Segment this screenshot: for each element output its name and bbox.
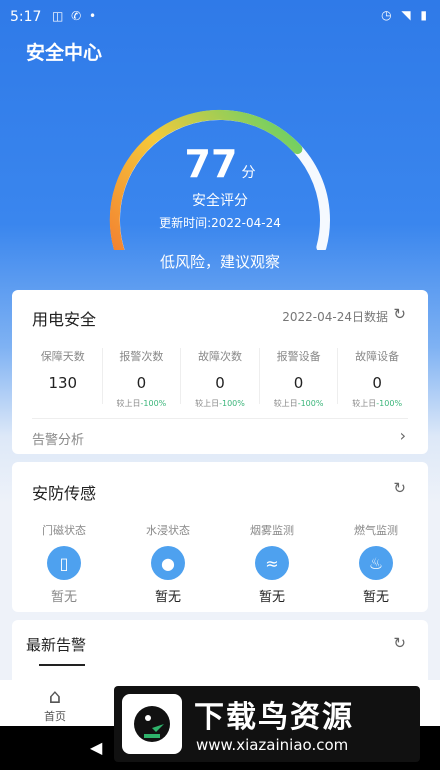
stat-item[interactable]: 报警次数 0 较上日-100% [103, 348, 182, 408]
power-stats: 保障天数 130 报警次数 0 较上日-100% 故障次数 0 较上日-100%… [24, 348, 416, 408]
status-right-icons: ◷ ◥ ▮ [381, 8, 430, 22]
status-time: 5:17 [10, 9, 42, 25]
latest-alarm-card: 最新告警 ↻ [12, 620, 428, 680]
stat-label: 保障天数 [40, 350, 85, 363]
sensor-value: 暂无 [154, 590, 181, 605]
stat-compare: 较上日-100% [273, 399, 324, 408]
stat-value: 0 [136, 374, 147, 392]
chevron-right-icon[interactable]: › [400, 426, 406, 445]
status-left-icons: ◫ ✆ • [52, 9, 99, 23]
score-value: 77 [184, 142, 238, 186]
status-bar: 5:17 ◫ ✆ • ◷ ◥ ▮ [0, 0, 440, 34]
sensor-water[interactable]: 水浸状态 ● 暂无 [116, 522, 220, 605]
water-drop-icon: ● [151, 546, 185, 580]
refresh-icon[interactable]: ↻ [393, 634, 406, 652]
flame-icon: ♨ [359, 546, 393, 580]
sensor-label: 烟雾监测 [250, 524, 294, 537]
stat-item[interactable]: 报警设备 0 较上日-100% [260, 348, 339, 408]
watermark-banner: 下载鸟资源 www.xiazainiao.com [114, 686, 420, 762]
stat-value: 130 [48, 374, 78, 392]
sensor-value: 暂无 [258, 590, 285, 605]
stat-value: 0 [293, 374, 304, 392]
bird-logo-icon [122, 694, 182, 754]
sensor-list: 门磁状态 ▯ 暂无 水浸状态 ● 暂无 烟雾监测 ≈ 暂无 燃气监测 ♨ 暂无 [12, 522, 428, 605]
score-label: 安全评分 [192, 193, 248, 209]
tab-home[interactable]: ⌂ 首页 [30, 684, 80, 724]
stat-label: 故障设备 [355, 350, 400, 363]
sensor-value: 暂无 [50, 590, 77, 605]
security-sensor-card: 安防传感 ↻ 门磁状态 ▯ 暂无 水浸状态 ● 暂无 烟雾监测 ≈ 暂无 燃气监… [12, 462, 428, 612]
tab-underline [39, 664, 85, 666]
stat-item[interactable]: 故障设备 0 较上日-100% [338, 348, 416, 408]
stat-label: 故障次数 [197, 350, 242, 363]
alarm-analysis-link[interactable]: 告警分析 [32, 429, 84, 448]
stat-item[interactable]: 故障次数 0 较上日-100% [181, 348, 260, 408]
home-icon: ⌂ [48, 684, 62, 708]
divider [32, 418, 408, 419]
door-icon: ▯ [47, 546, 81, 580]
sensor-gas[interactable]: 燃气监测 ♨ 暂无 [324, 522, 428, 605]
sensor-door[interactable]: 门磁状态 ▯ 暂无 [12, 522, 116, 605]
score-display: 77 分 [0, 142, 440, 186]
stat-value: 0 [215, 374, 225, 392]
tab-home-label: 首页 [44, 710, 66, 723]
score-unit: 分 [241, 165, 256, 181]
sensor-card-title: 安防传感 [32, 484, 97, 503]
data-date: 2022-04-24日数据 [282, 310, 388, 324]
update-time: 更新时间:2022-04-24 [159, 216, 281, 230]
sensor-label: 门磁状态 [42, 524, 86, 537]
stat-item[interactable]: 保障天数 130 [24, 348, 103, 404]
risk-text: 低风险，建议观察 [159, 253, 280, 271]
watermark-url: www.xiazainiao.com [196, 736, 349, 754]
stat-compare: 较上日-100% [195, 399, 245, 408]
sensor-label: 燃气监测 [354, 524, 398, 537]
stat-label: 报警次数 [119, 350, 164, 363]
smoke-icon: ≈ [255, 546, 289, 580]
refresh-icon[interactable]: ↻ [393, 305, 406, 323]
stat-label: 报警设备 [276, 350, 321, 363]
refresh-icon[interactable]: ↻ [393, 479, 406, 497]
sensor-smoke[interactable]: 烟雾监测 ≈ 暂无 [220, 522, 324, 605]
stat-compare: 较上日-100% [116, 399, 167, 408]
alarm-card-title[interactable]: 最新告警 [26, 634, 86, 655]
sensor-value: 暂无 [362, 590, 389, 605]
power-card-title: 用电安全 [32, 310, 97, 329]
sensor-label: 水浸状态 [146, 524, 190, 537]
watermark-title: 下载鸟资源 [194, 700, 354, 735]
back-icon[interactable]: ◀ [90, 738, 102, 757]
power-safety-card: 用电安全 2022-04-24日数据 ↻ 保障天数 130 报警次数 0 较上日… [12, 290, 428, 454]
stat-compare: 较上日-100% [352, 399, 403, 408]
stat-value: 0 [372, 374, 382, 392]
page-title: 安全中心 [26, 42, 103, 64]
